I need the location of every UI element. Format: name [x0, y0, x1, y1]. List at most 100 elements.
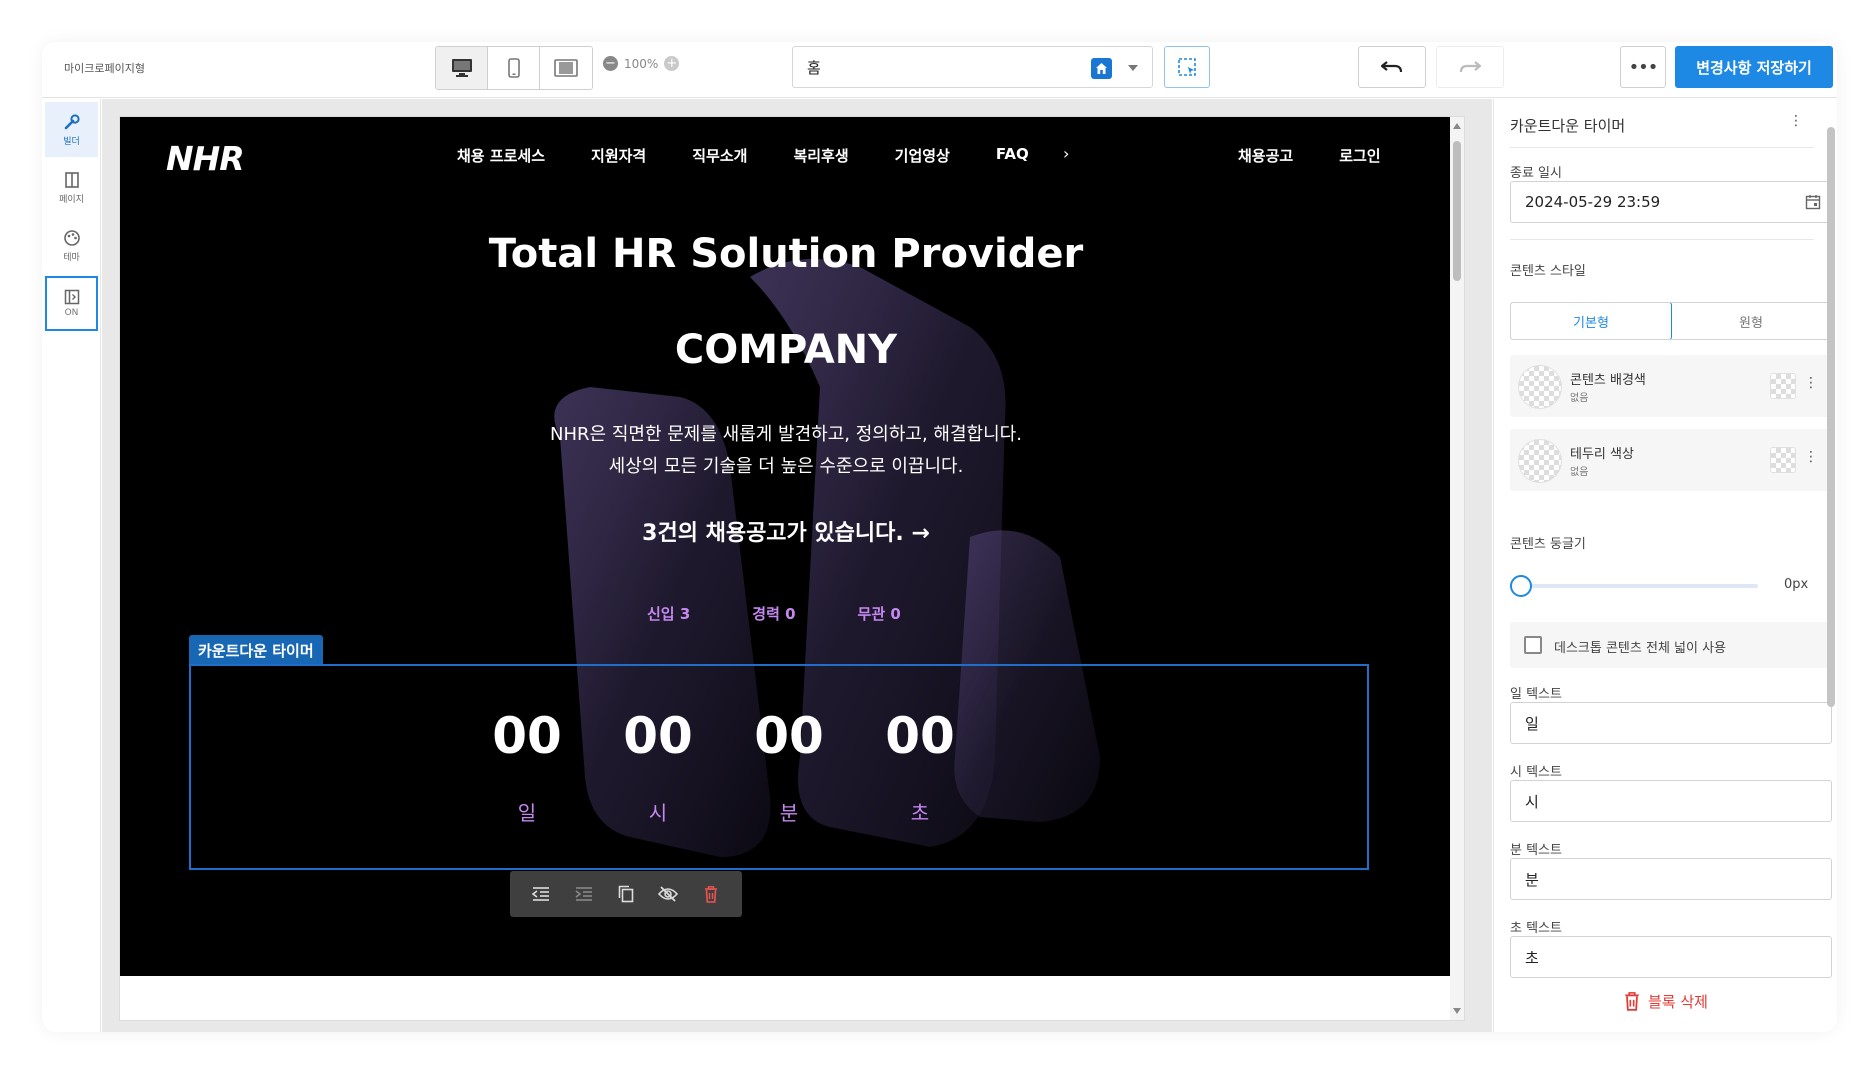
block-toolbar	[510, 871, 742, 917]
rail-item-label: 페이지	[59, 194, 84, 205]
zoom-level: 100%	[624, 56, 659, 71]
countdown-label-seconds: 초	[910, 801, 930, 825]
calendar-icon[interactable]	[1805, 194, 1821, 210]
divider	[1510, 239, 1814, 240]
redo-button[interactable]	[1436, 46, 1504, 88]
category-new[interactable]: 신입 3	[647, 603, 690, 624]
radius-slider-thumb[interactable]	[1510, 575, 1532, 597]
more-icon: •••	[1628, 56, 1659, 78]
wrench-icon	[64, 113, 80, 129]
bg-color-kebab-icon[interactable]: ⋮	[1804, 375, 1818, 391]
desktop-view-button[interactable]	[436, 47, 488, 89]
panel-kebab-icon[interactable]: ⋮	[1789, 113, 1803, 129]
zoom-out-icon[interactable]: −	[603, 56, 618, 71]
countdown-label-hours: 시	[648, 801, 668, 825]
scroll-down-icon[interactable]	[1453, 1008, 1461, 1014]
menu-item-process[interactable]: 채용 프로세스	[457, 145, 545, 166]
menu-item-video[interactable]: 기업영상	[895, 145, 950, 166]
chevron-right-icon[interactable]: ›	[1063, 144, 1069, 163]
countdown-label-minutes: 분	[779, 801, 799, 825]
zoom-in-icon[interactable]: +	[664, 56, 680, 71]
eye-off-icon	[658, 886, 679, 902]
trash-icon	[704, 885, 717, 903]
menu-item-qualification[interactable]: 지원자격	[591, 145, 646, 166]
minute-text-label: 분 텍스트	[1510, 843, 1562, 858]
panel-toggle-icon	[64, 289, 79, 305]
undo-icon	[1381, 61, 1403, 73]
border-color-preview[interactable]	[1770, 447, 1796, 473]
border-color-row[interactable]: 테두리 색상 없음 ⋮	[1510, 429, 1832, 491]
style-option-basic[interactable]: 기본형	[1511, 303, 1672, 339]
nav-item-login[interactable]: 로그인	[1339, 145, 1380, 166]
more-options-button[interactable]: •••	[1620, 46, 1666, 88]
rail-item-theme[interactable]: 테마	[45, 218, 98, 273]
rail-item-on[interactable]: ON	[45, 276, 98, 331]
duplicate-button[interactable]	[613, 881, 639, 907]
hide-button[interactable]	[655, 881, 681, 907]
radius-slider-track[interactable]	[1518, 584, 1758, 588]
job-count-link[interactable]: 3건의 채용공고가 있습니다. →	[120, 515, 1452, 547]
panel-scrollbar[interactable]	[1827, 109, 1835, 989]
fullscreen-view-button[interactable]	[540, 47, 592, 89]
day-text-value: 일	[1525, 714, 1539, 733]
menu-item-faq[interactable]: FAQ	[996, 145, 1029, 166]
rail-item-label: 빌더	[63, 136, 80, 147]
device-toggle-group	[435, 46, 593, 90]
mobile-view-button[interactable]	[488, 47, 540, 89]
category-experienced[interactable]: 경력 0	[752, 603, 795, 624]
delete-block-button[interactable]: 블록 삭제	[1624, 991, 1708, 1012]
canvas-scroll-thumb[interactable]	[1453, 141, 1461, 281]
site-logo[interactable]: NHR	[166, 139, 245, 178]
countdown-hours: 00	[623, 707, 693, 765]
category-any[interactable]: 무관 0	[858, 603, 901, 624]
canvas-scrollbar[interactable]	[1450, 117, 1464, 1020]
hero-title: Total HR Solution Provider	[488, 231, 1084, 277]
select-area-button[interactable]	[1164, 46, 1210, 88]
hero-subtitle: COMPANY	[674, 327, 898, 373]
hero-description-line: NHR은 직면한 문제를 새롭게 발견하고, 정의하고, 해결합니다.	[550, 424, 1022, 445]
delete-block-label: 블록 삭제	[1648, 993, 1708, 1011]
copy-icon	[618, 885, 634, 903]
outdent-button[interactable]	[528, 881, 554, 907]
outdent-icon	[532, 887, 550, 901]
border-color-kebab-icon[interactable]: ⋮	[1804, 449, 1818, 465]
bg-color-preview[interactable]	[1770, 373, 1796, 399]
style-option-circle[interactable]: 원형	[1671, 303, 1831, 339]
zoom-control: − 100% +	[603, 56, 680, 71]
hero-section[interactable]: NHR 채용 프로세스 지원자격 직무소개 복리후생 기업영상 FAQ › 채용…	[120, 117, 1452, 976]
hour-text-input[interactable]: 시	[1510, 780, 1832, 822]
menu-item-jobs-intro[interactable]: 직무소개	[692, 145, 747, 166]
save-changes-button[interactable]: 변경사항 저장하기	[1675, 46, 1833, 88]
full-width-row[interactable]: 데스크톱 콘텐츠 전체 넓이 사용	[1510, 622, 1832, 668]
indent-button[interactable]	[571, 881, 597, 907]
radius-label: 콘텐츠 둥글기	[1510, 537, 1586, 552]
second-text-input[interactable]: 초	[1510, 936, 1832, 978]
countdown-seconds: 00	[885, 707, 955, 765]
bg-color-row[interactable]: 콘텐츠 배경색 없음 ⋮	[1510, 355, 1832, 417]
end-datetime-input[interactable]: 2024-05-29 23:59	[1510, 181, 1832, 223]
minute-text-value: 분	[1525, 870, 1539, 889]
job-categories: 신입 3 경력 0 무관 0	[647, 603, 901, 624]
countdown-days: 00	[492, 707, 562, 765]
site-nav: NHR 채용 프로세스 지원자격 직무소개 복리후생 기업영상 FAQ › 채용…	[120, 117, 1452, 197]
border-color-name: 테두리 색상	[1570, 447, 1634, 462]
border-color-swatch[interactable]	[1518, 439, 1562, 483]
page-select[interactable]: 홈	[792, 46, 1153, 88]
menu-item-benefits[interactable]: 복리후생	[793, 145, 848, 166]
nav-item-job-postings[interactable]: 채용공고	[1238, 145, 1293, 166]
bg-color-swatch[interactable]	[1518, 365, 1562, 409]
countdown-block[interactable]	[189, 664, 1369, 870]
site-menu: 채용 프로세스 지원자격 직무소개 복리후생 기업영상 FAQ	[457, 145, 1029, 166]
minute-text-input[interactable]: 분	[1510, 858, 1832, 900]
scroll-up-icon[interactable]	[1453, 123, 1461, 129]
end-datetime-value: 2024-05-29 23:59	[1525, 193, 1661, 211]
delete-block-toolbar-button[interactable]	[698, 881, 724, 907]
panel-scroll-thumb[interactable]	[1827, 127, 1835, 707]
rail-item-builder[interactable]: 빌더	[45, 102, 98, 157]
day-text-input[interactable]: 일	[1510, 702, 1832, 744]
full-width-checkbox[interactable]	[1524, 636, 1542, 654]
full-width-label: 데스크톱 콘텐츠 전체 넓이 사용	[1554, 641, 1727, 656]
left-rail: 빌더 페이지 테마 ON	[42, 99, 101, 1032]
rail-item-page[interactable]: 페이지	[45, 160, 98, 215]
undo-button[interactable]	[1358, 46, 1426, 88]
